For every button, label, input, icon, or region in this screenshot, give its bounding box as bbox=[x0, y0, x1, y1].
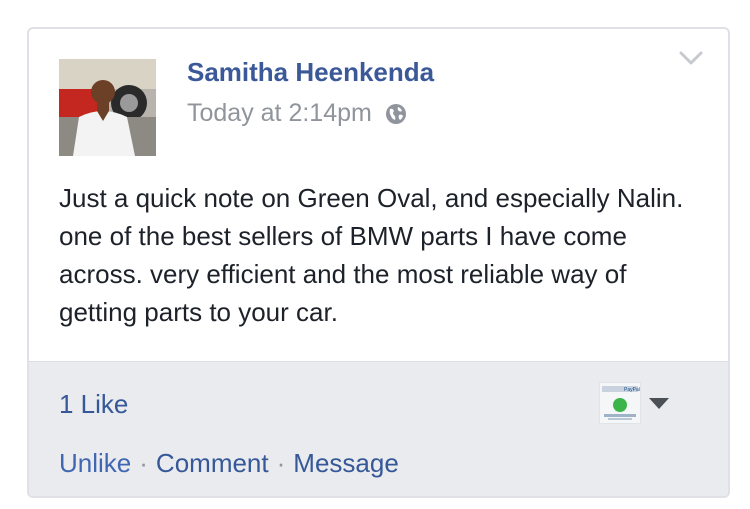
post-card: Samitha Heenkenda Today at 2:14pm Just a… bbox=[27, 27, 730, 498]
post-actions: Unlike · Comment · Message bbox=[59, 448, 399, 479]
action-separator: · bbox=[276, 448, 286, 478]
comment-button[interactable]: Comment bbox=[156, 448, 269, 478]
actor-selector-caret-icon[interactable] bbox=[649, 398, 669, 409]
unlike-button[interactable]: Unlike bbox=[59, 448, 131, 478]
author-name-link[interactable]: Samitha Heenkenda bbox=[187, 57, 434, 88]
post-timestamp-link[interactable]: Today at 2:14pm bbox=[187, 99, 372, 128]
message-button[interactable]: Message bbox=[293, 448, 399, 478]
svg-text:PayPal: PayPal bbox=[624, 387, 640, 393]
post-meta: Today at 2:14pm bbox=[187, 99, 408, 128]
post-body-text: Just a quick note on Green Oval, and esp… bbox=[59, 183, 684, 327]
page-identity-thumbnail[interactable]: PayPal bbox=[599, 382, 641, 424]
like-count-link[interactable]: 1 Like bbox=[59, 389, 128, 420]
action-separator: · bbox=[139, 448, 148, 478]
avatar[interactable] bbox=[59, 59, 156, 156]
avatar-photo bbox=[59, 59, 156, 156]
post-options-chevron-icon[interactable] bbox=[676, 45, 706, 71]
post-footer: 1 Like PayPal Unlike · Comment · Message bbox=[29, 361, 728, 496]
globe-icon[interactable] bbox=[384, 102, 408, 126]
